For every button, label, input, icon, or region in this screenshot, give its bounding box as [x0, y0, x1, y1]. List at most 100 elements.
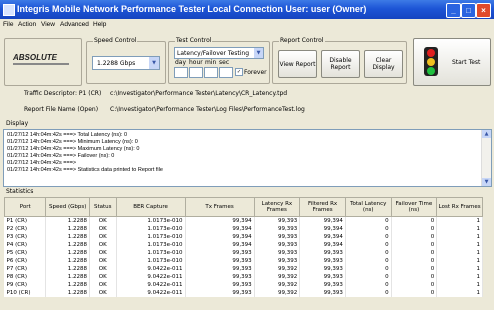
logo-group: ABSOLUTE — [4, 38, 82, 86]
chevron-down-icon[interactable]: ▼ — [149, 57, 159, 69]
scroll-up-icon[interactable]: ▲ — [482, 130, 491, 138]
cell-speed: 1.2288 — [45, 233, 90, 241]
menu-advanced[interactable]: Advanced — [60, 21, 89, 28]
cell-latency-rx: 99,392 — [254, 289, 301, 297]
cell-tx-frames: 99,394 — [185, 216, 255, 225]
test-type-value: Latency/Failover Testing — [177, 50, 250, 57]
table-row[interactable]: P1 (CR) 1.2288 OK 1.0173e-010 99,394 99,393 99… — [4, 216, 483, 225]
menu-view[interactable]: View — [41, 21, 55, 28]
cell-speed: 1.2288 — [45, 257, 90, 265]
min-input[interactable] — [204, 67, 218, 78]
sec-label: sec — [219, 59, 230, 66]
cell-tx-frames: 99,393 — [185, 249, 255, 257]
clear-display-button[interactable]: Clear Display — [364, 50, 403, 78]
table-row[interactable]: P3 (CR) 1.2288 OK 1.0173e-010 99,394 99,393 99… — [4, 233, 483, 241]
hour-input[interactable] — [189, 67, 203, 78]
cell-status: OK — [89, 216, 117, 225]
cell-lost-rx: 1 — [436, 225, 483, 233]
table-row[interactable]: P8 (CR) 1.2288 OK 9.0422e-011 99,393 99,392 99… — [4, 273, 483, 281]
col-header-latency-rx[interactable]: Latency Rx Frames — [253, 197, 301, 217]
col-header-failover[interactable]: Failover Time (ns) — [390, 197, 438, 217]
cell-latency-rx: 99,393 — [254, 225, 301, 233]
cell-latency-rx: 99,393 — [254, 233, 301, 241]
table-row[interactable]: P10 (CR) 1.2288 OK 9.0422e-011 99,393 99,392 9… — [4, 289, 483, 297]
cell-total-latency: 0 — [345, 233, 392, 241]
cell-total-latency: 0 — [345, 249, 392, 257]
cell-ber: 9.0422e-011 — [116, 265, 186, 273]
cell-tx-frames: 99,393 — [185, 257, 255, 265]
log-line: 01/27/12 14h:04m:42s ===> — [7, 160, 77, 166]
cell-speed: 1.2288 — [45, 273, 90, 281]
col-header-lost-rx[interactable]: Lost Rx Frames — [436, 197, 483, 217]
disable-report-button[interactable]: Disable Report — [321, 50, 360, 78]
cell-tx-frames: 99,393 — [185, 265, 255, 273]
forever-checkbox[interactable]: ✓ — [235, 68, 243, 76]
report-file-label: Report File Name (Open) — [24, 106, 99, 113]
table-row[interactable]: P6 (CR) 1.2288 OK 1.0173e-010 99,393 99,393 99… — [4, 257, 483, 265]
col-header-filtered-rx[interactable]: Filtered Rx Frames — [299, 197, 346, 217]
cell-failover: 0 — [391, 257, 438, 265]
cell-tx-frames: 99,393 — [185, 281, 255, 289]
col-header-total-latency[interactable]: Total Latency (ns) — [344, 197, 392, 217]
day-input[interactable] — [174, 67, 188, 78]
cell-speed: 1.2288 — [45, 289, 90, 297]
log-scrollbar[interactable]: ▲ ▼ — [481, 130, 491, 186]
cell-filtered-rx: 99,393 — [299, 257, 346, 265]
cell-latency-rx: 99,393 — [254, 257, 301, 265]
cell-status: OK — [89, 233, 117, 241]
speed-control-caption: Speed Control — [93, 37, 138, 44]
menu-file[interactable]: File — [3, 21, 13, 28]
cell-failover: 0 — [391, 225, 438, 233]
logo-underline — [13, 63, 69, 65]
start-test-button[interactable]: Start Test — [413, 38, 491, 86]
cell-filtered-rx: 99,393 — [299, 273, 346, 281]
col-header-speed[interactable]: Speed (Gbps) — [45, 197, 90, 217]
log-line: 01/27/12 14h:04m:42s ===> Maximum Latenc… — [7, 146, 140, 152]
maximize-icon[interactable]: □ — [461, 3, 476, 18]
view-report-button[interactable]: View Report — [278, 50, 317, 78]
log-line: 01/27/12 14h:04m:42s ===> Statistics dat… — [7, 167, 163, 173]
cell-total-latency: 0 — [345, 216, 392, 225]
minimize-icon[interactable]: _ — [446, 3, 461, 18]
cell-lost-rx: 1 — [436, 257, 483, 265]
cell-lost-rx: 1 — [436, 216, 483, 225]
cell-filtered-rx: 99,393 — [299, 281, 346, 289]
cell-port: P5 (CR) — [4, 249, 47, 257]
cell-failover: 0 — [391, 249, 438, 257]
test-type-select[interactable]: Latency/Failover Testing ▼ — [174, 47, 264, 59]
scroll-down-icon[interactable]: ▼ — [482, 178, 491, 186]
sec-input[interactable] — [219, 67, 233, 78]
report-file-path: C:\Investigator\Performance Tester\Log F… — [110, 106, 305, 113]
cell-port: P3 (CR) — [4, 233, 47, 241]
cell-filtered-rx: 99,393 — [299, 249, 346, 257]
close-icon[interactable]: × — [476, 3, 491, 18]
table-row[interactable]: P4 (CR) 1.2288 OK 1.0173e-010 99,394 99,393 99… — [4, 241, 483, 249]
col-header-tx-frames[interactable]: Tx Frames — [184, 197, 255, 217]
chevron-down-icon[interactable]: ▼ — [254, 48, 263, 58]
display-log[interactable]: 01/27/12 14h:04m:42s ===> Total Latency … — [3, 129, 492, 187]
statistics-header-row: Port Speed (Gbps) Status BER Capture Tx … — [3, 197, 483, 217]
menu-bar: File Action View Advanced Help — [0, 19, 494, 30]
cell-lost-rx: 1 — [436, 273, 483, 281]
cell-total-latency: 0 — [345, 289, 392, 297]
cell-status: OK — [89, 273, 117, 281]
table-row[interactable]: P2 (CR) 1.2288 OK 1.0173e-010 99,394 99,393 99… — [4, 225, 483, 233]
hour-label: hour — [189, 59, 203, 66]
cell-status: OK — [89, 249, 117, 257]
col-header-ber[interactable]: BER Capture — [115, 197, 186, 217]
table-row[interactable]: P7 (CR) 1.2288 OK 9.0422e-011 99,393 99,392 99… — [4, 265, 483, 273]
speed-select[interactable]: 1.2288 Gbps ▼ — [92, 56, 160, 70]
menu-help[interactable]: Help — [93, 21, 106, 28]
table-row[interactable]: P9 (CR) 1.2288 OK 9.0422e-011 99,393 99,392 99… — [4, 281, 483, 289]
cell-ber: 9.0422e-011 — [116, 281, 186, 289]
display-caption: Display — [6, 120, 29, 127]
cell-latency-rx: 99,393 — [254, 216, 301, 225]
menu-action[interactable]: Action — [18, 21, 36, 28]
speed-control-group: Speed Control 1.2288 Gbps ▼ — [86, 37, 166, 84]
col-header-port[interactable]: Port — [3, 197, 47, 217]
cell-total-latency: 0 — [345, 257, 392, 265]
col-header-status[interactable]: Status — [88, 197, 117, 217]
cell-total-latency: 0 — [345, 241, 392, 249]
cell-speed: 1.2288 — [45, 241, 90, 249]
table-row[interactable]: P5 (CR) 1.2288 OK 1.0173e-010 99,393 99,393 99… — [4, 249, 483, 257]
